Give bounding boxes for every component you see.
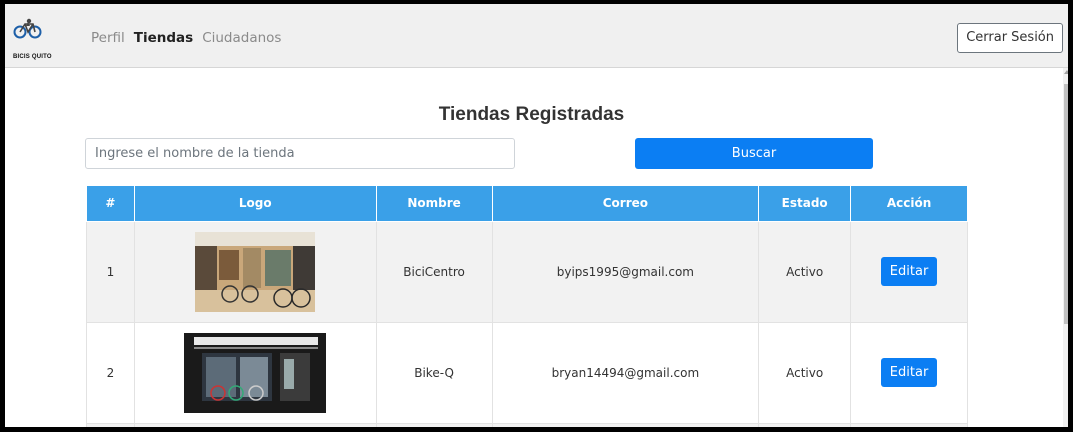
brand-text: BICIS QUITO bbox=[13, 54, 52, 60]
navbar: BICIS QUITO Perfil Tiendas Ciudadanos Ce… bbox=[5, 4, 1068, 68]
nav-item-tiendas[interactable]: Tiendas bbox=[134, 30, 193, 46]
column-header-accion: Acción bbox=[850, 186, 968, 222]
store-name: Bike-Q bbox=[375, 321, 493, 424]
edit-button[interactable]: Editar bbox=[880, 257, 938, 286]
store-email: byips1995@gmail.com bbox=[491, 220, 760, 323]
row-number: 1 bbox=[86, 220, 135, 323]
table-header-row: # Logo Nombre Correo Estado Acción bbox=[86, 186, 968, 222]
store-logo-image bbox=[195, 231, 316, 312]
page-title: Tiendas Registradas bbox=[438, 104, 625, 125]
column-header-nombre: Nombre bbox=[375, 186, 493, 222]
store-status: Activo bbox=[758, 321, 852, 424]
app-window: BICIS QUITO Perfil Tiendas Ciudadanos Ce… bbox=[0, 0, 1073, 432]
column-header-logo: Logo bbox=[133, 186, 377, 222]
store-logo-image bbox=[184, 332, 327, 413]
nav-item-ciudadanos[interactable]: Ciudadanos bbox=[202, 30, 281, 46]
brand-logo[interactable]: BICIS QUITO bbox=[9, 18, 61, 60]
main-nav: Perfil Tiendas Ciudadanos bbox=[91, 30, 281, 46]
search-button[interactable]: Buscar bbox=[635, 138, 873, 169]
column-header-estado: Estado bbox=[758, 186, 852, 222]
scroll-up-arrow-icon[interactable] bbox=[1064, 70, 1068, 74]
row-number: 2 bbox=[86, 321, 135, 424]
logo-cell bbox=[133, 220, 377, 323]
table-row: 2 Bike-Q bryan14494@gmail.com Activo Edi… bbox=[86, 321, 968, 424]
bicycle-icon bbox=[13, 18, 42, 39]
search-input[interactable] bbox=[85, 138, 515, 169]
store-status: Activo bbox=[758, 220, 852, 323]
table-row: 1 BiciCentro byips1995@gmail.com Activo … bbox=[86, 220, 968, 323]
scroll-thumb[interactable] bbox=[1064, 84, 1068, 324]
scrollbar[interactable] bbox=[1063, 68, 1068, 427]
store-name: BiciCentro bbox=[375, 220, 493, 323]
column-header-correo: Correo bbox=[491, 186, 760, 222]
action-cell: Editar bbox=[850, 220, 968, 323]
edit-button[interactable]: Editar bbox=[880, 358, 938, 387]
column-header-number: # bbox=[86, 186, 135, 222]
action-cell: Editar bbox=[850, 321, 968, 424]
table-row bbox=[86, 422, 968, 427]
logout-button[interactable]: Cerrar Sesión bbox=[957, 23, 1063, 53]
logo-cell bbox=[133, 321, 377, 424]
stores-table: # Logo Nombre Correo Estado Acción 1 Bic… bbox=[86, 186, 968, 427]
store-email: bryan14494@gmail.com bbox=[491, 321, 760, 424]
nav-item-perfil[interactable]: Perfil bbox=[91, 30, 125, 46]
